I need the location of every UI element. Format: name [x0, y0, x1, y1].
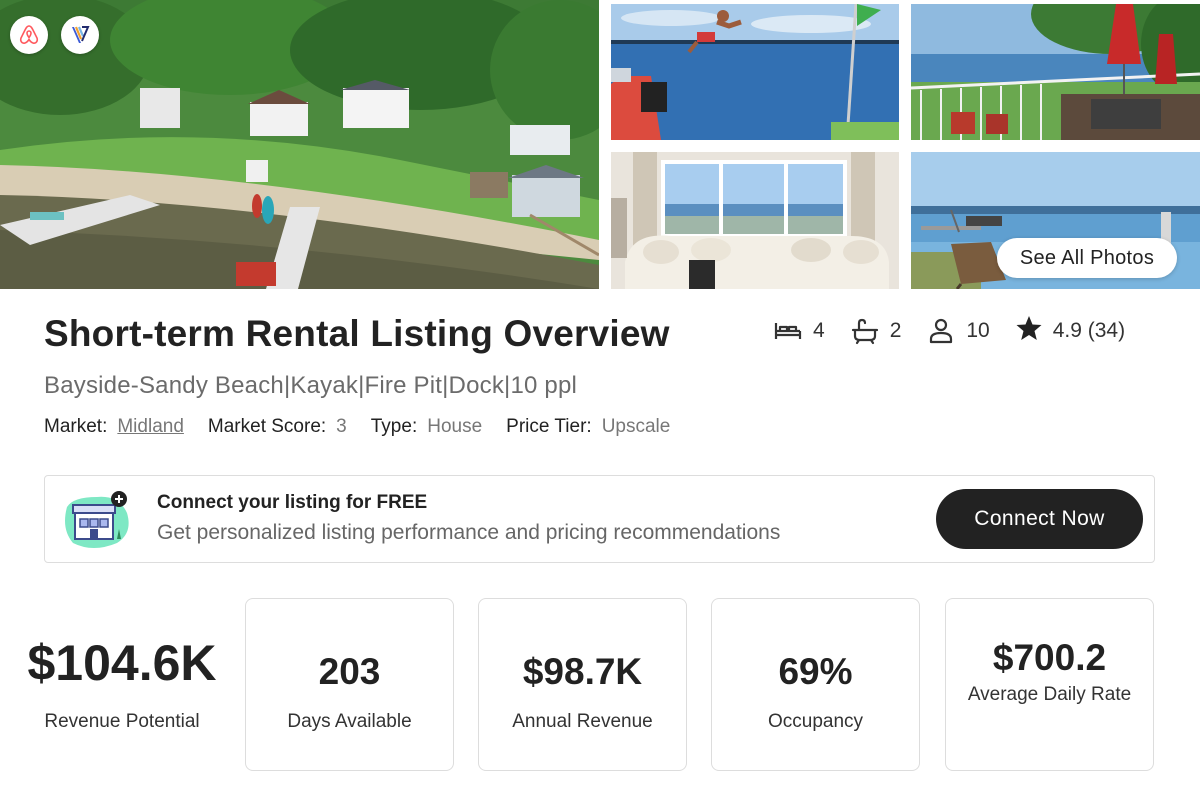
occupancy-label: Occupancy — [767, 711, 864, 732]
connect-listing-banner: Connect your listing for FREE Get person… — [44, 475, 1155, 563]
star-icon — [1016, 316, 1042, 340]
type-value: House — [427, 416, 483, 437]
type-label: Type: — [370, 416, 418, 437]
days-available-label: Days Available — [287, 711, 412, 732]
occupancy-value: 69% — [778, 651, 853, 692]
rating-value: 4.9 (34) — [1052, 319, 1126, 342]
market-score-value: 3 — [336, 416, 347, 437]
listing-subtitle: Bayside-Sandy Beach|Kayak|Fire Pit|Dock|… — [44, 372, 578, 399]
market-score-label: Market Score: — [207, 416, 327, 437]
vrbo-logo-icon — [72, 26, 90, 43]
revenue-potential-label: Revenue Potential — [44, 711, 200, 732]
metric-annual-revenue: $98.7K Annual Revenue — [478, 598, 687, 771]
listing-stats: 4 2 10 4.9 (34) — [773, 314, 1125, 348]
price-tier-value: Upscale — [601, 416, 671, 437]
photo-lake-jump[interactable] — [611, 4, 899, 140]
photo-living-room[interactable] — [611, 152, 899, 289]
guests-count: 10 — [966, 319, 990, 342]
days-available-value: 203 — [318, 651, 381, 692]
metric-days-available: 203 Days Available — [245, 598, 454, 771]
revenue-potential-value: $104.6K — [27, 635, 217, 691]
page-title: Short-term Rental Listing Overview — [44, 313, 670, 354]
banner-description: Get personalized listing performance and… — [157, 521, 781, 544]
bathrooms-count: 2 — [889, 319, 902, 342]
bathrooms-stat: 2 — [850, 317, 902, 345]
airbnb-badge[interactable] — [10, 16, 48, 54]
listing-house-illustration-icon — [65, 491, 129, 548]
annual-revenue-label: Annual Revenue — [512, 711, 653, 732]
see-all-photos-button[interactable]: See All Photos — [997, 238, 1177, 278]
listing-meta: Market: Midland Market Score: 3 Type: Ho… — [44, 416, 694, 438]
bed-icon — [774, 323, 802, 339]
metric-average-daily-rate: $700.2 Average Daily Rate — [945, 598, 1154, 771]
vrbo-badge[interactable] — [61, 16, 99, 54]
metric-occupancy: 69% Occupancy — [711, 598, 920, 771]
airbnb-logo-icon — [19, 25, 39, 44]
connect-now-button[interactable]: Connect Now — [936, 489, 1143, 549]
person-icon — [930, 318, 953, 344]
metric-revenue-potential: $104.6K Revenue Potential — [0, 598, 244, 771]
market-link[interactable]: Midland — [117, 416, 184, 438]
average-daily-rate-value: $700.2 — [992, 637, 1107, 678]
annual-revenue-value: $98.7K — [522, 651, 643, 692]
photo-deck-umbrellas[interactable] — [911, 4, 1200, 140]
price-tier-label: Price Tier: — [506, 416, 592, 437]
market-label: Market: — [44, 416, 108, 437]
photo-gallery: See All Photos — [0, 0, 1200, 289]
guests-stat: 10 — [926, 317, 990, 345]
rating-stat: 4.9 (34) — [1015, 314, 1125, 348]
banner-title: Connect your listing for FREE — [157, 492, 428, 513]
bedrooms-stat: 4 — [773, 317, 825, 345]
average-daily-rate-label: Average Daily Rate — [967, 684, 1132, 705]
bedrooms-count: 4 — [813, 319, 825, 342]
bathtub-icon — [851, 318, 878, 345]
